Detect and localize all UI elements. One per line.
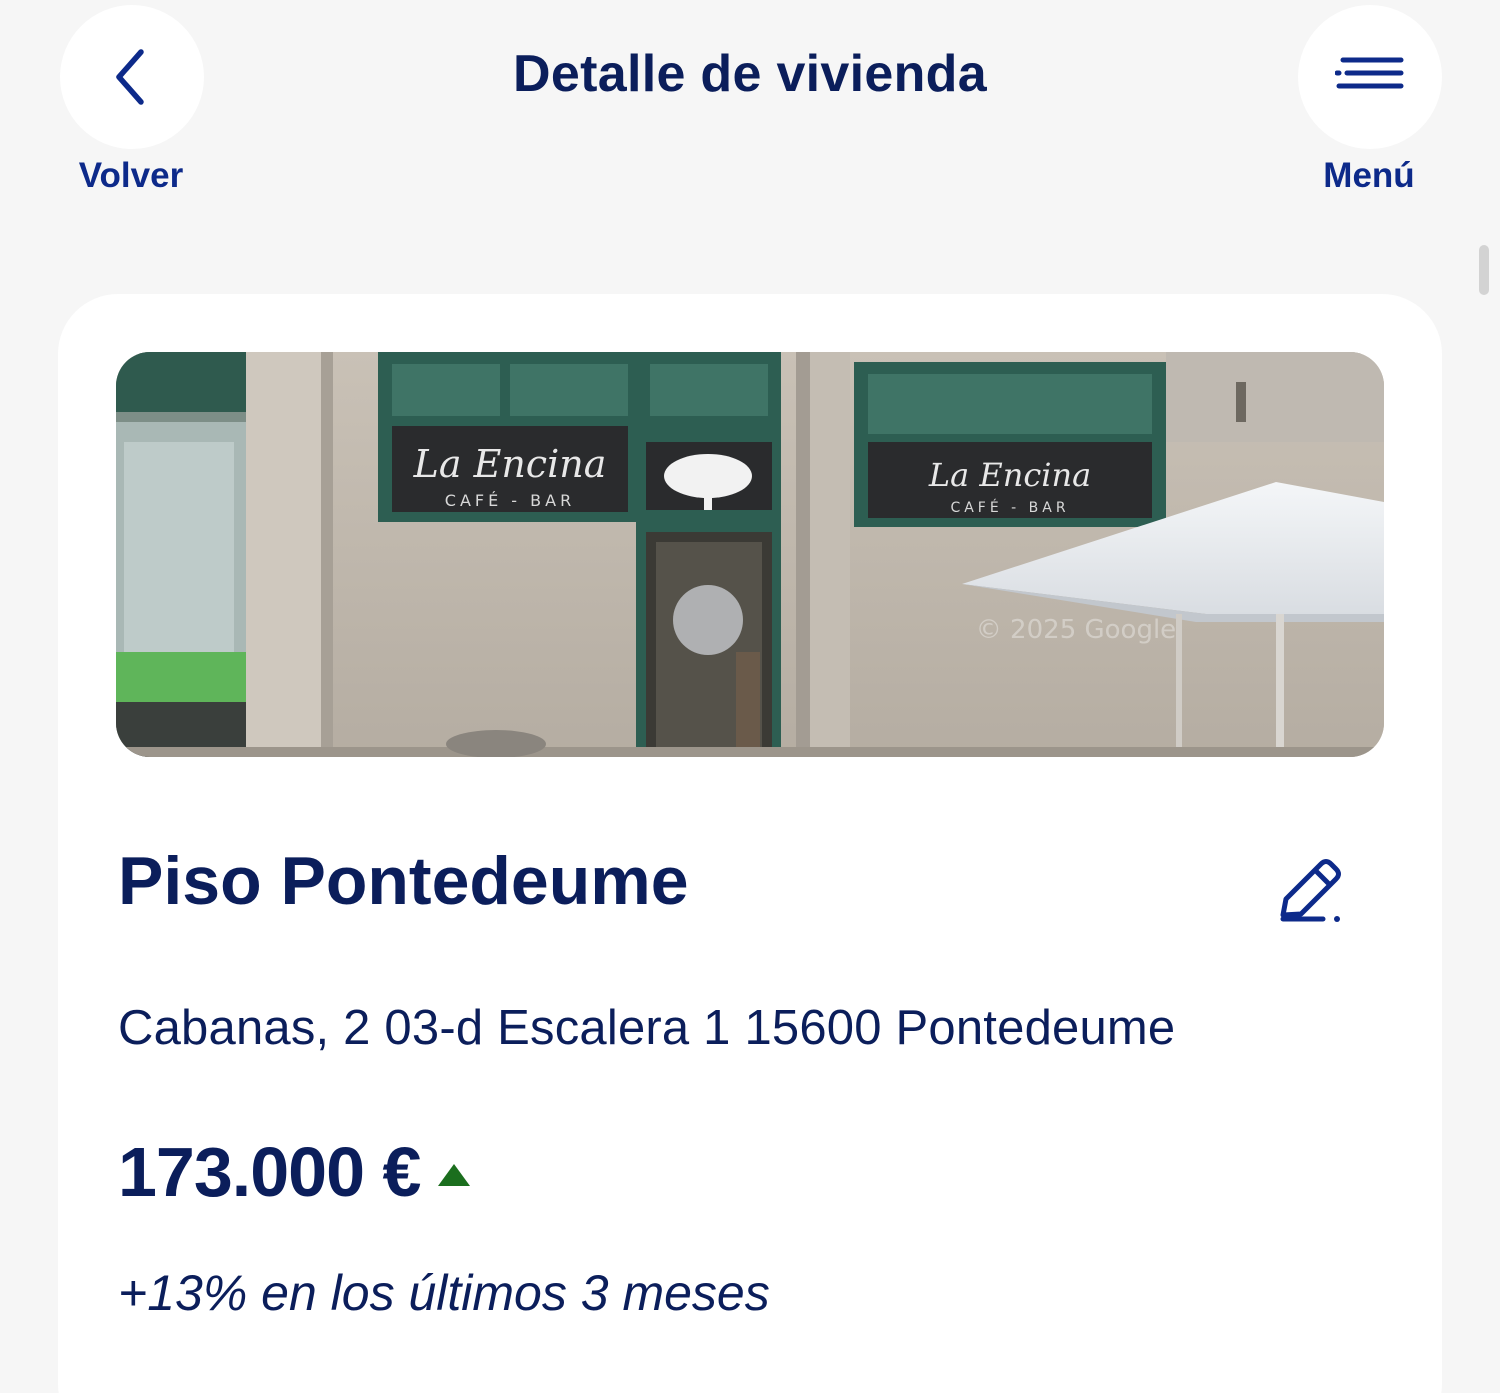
sign-right-sub: CAFÉ - BAR	[950, 499, 1069, 516]
sign-left-sub: CAFÉ - BAR	[445, 491, 575, 510]
price-change-text: +13% en los últimos 3 meses	[118, 1265, 770, 1321]
sign-left-title: La Encina	[413, 442, 607, 486]
menu-label[interactable]: Menú	[1269, 156, 1469, 196]
pencil-edit-icon	[1280, 859, 1341, 922]
property-name: Piso Pontedeume	[118, 843, 689, 919]
property-photo: La Encina CAFÉ - BAR La Encina CAFÉ - BA…	[116, 352, 1384, 757]
scrollbar[interactable]	[1479, 245, 1489, 295]
trend-up-icon	[438, 1164, 471, 1186]
property-detail-screen: Volver Detalle de vivienda Menú La Encin…	[0, 0, 1500, 1393]
edit-button[interactable]	[1270, 850, 1350, 930]
photo-watermark: © 2025 Google	[976, 615, 1176, 645]
page-title: Detalle de vivienda	[513, 45, 987, 103]
sign-right-title: La Encina	[928, 456, 1091, 494]
price-row: 173.000 €	[118, 1132, 472, 1212]
menu-button[interactable]	[1298, 5, 1442, 149]
back-label[interactable]: Volver	[31, 156, 231, 196]
property-card: La Encina CAFÉ - BAR La Encina CAFÉ - BA…	[58, 294, 1442, 1393]
hamburger-menu-icon	[1335, 57, 1404, 89]
property-address: Cabanas, 2 03-d Escalera 1 15600 Pontede…	[118, 1001, 1176, 1055]
property-price: 173.000 €	[118, 1133, 421, 1211]
